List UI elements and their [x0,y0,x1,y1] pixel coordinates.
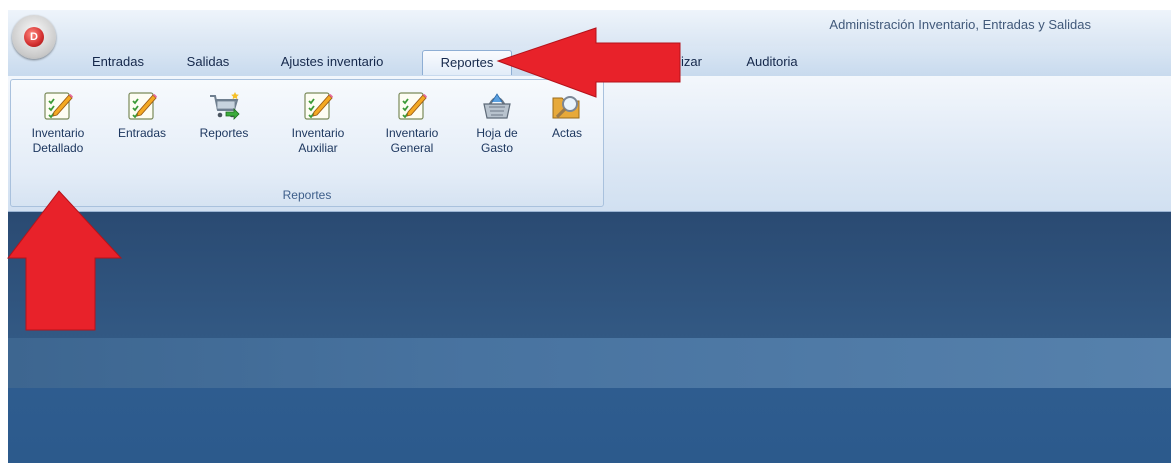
inventario-general-label-2: General [390,141,434,155]
cart-arrow-icon [210,92,240,120]
actas-label: Actas [551,126,582,140]
inventario-detallado-label-2: Detallado [32,141,84,155]
tab-reportes[interactable]: Reportes [422,50,512,75]
inventario-detallado-label-1: Inventario [31,126,85,140]
tab-salidas[interactable]: Salidas [178,50,238,74]
ribbon-group-reportes: Inventario Detallado Entradas Reportes I… [10,79,604,207]
entradas-report-label: Entradas [117,126,167,140]
office-logo-icon: D [24,27,44,47]
office-button[interactable]: D [12,15,56,59]
title-bar: Administración Inventario, Entradas y Sa… [8,10,1171,46]
tab-entradas[interactable]: Entradas [80,50,156,74]
checklist-pencil-icon [44,92,73,120]
reportes-label: Reportes [199,126,249,140]
hoja-de-gasto-button[interactable]: Hoja de Gasto [463,84,531,156]
reportes-button[interactable]: Reportes [189,84,259,141]
hoja-de-gasto-label-2: Gasto [480,141,513,155]
workspace-area [8,212,1171,347]
checklist-pencil-icon [128,92,157,120]
window-title: Administración Inventario, Entradas y Sa… [829,17,1091,32]
actas-button[interactable]: Actas [539,84,595,141]
workspace-bottom [8,388,1171,463]
tab-partial-lizar[interactable]: lizar [668,50,712,74]
inventario-general-button[interactable]: Inventario General [371,84,453,156]
inventario-auxiliar-label-2: Auxiliar [298,141,338,155]
workspace-band [8,338,1171,388]
ribbon-group-label: Reportes [282,188,332,202]
app-window: Administración Inventario, Entradas y Sa… [8,10,1171,463]
inventario-auxiliar-button[interactable]: Inventario Auxiliar [277,84,359,156]
ribbon-panel: Inventario Detallado Entradas Reportes I… [8,76,1171,212]
inventario-general-label-1: Inventario [385,126,439,140]
basket-icon [483,93,511,119]
checklist-pencil-icon [304,92,333,120]
checklist-pencil-icon [398,92,427,120]
tab-auditoria[interactable]: Auditoria [732,50,812,74]
inventario-auxiliar-label-1: Inventario [291,126,345,140]
inventario-detallado-button[interactable]: Inventario Detallado [17,84,99,156]
hoja-de-gasto-label-1: Hoja de [476,126,518,140]
tab-ajustes-inventario[interactable]: Ajustes inventario [262,50,402,74]
folder-magnifier-icon [552,96,580,119]
entradas-report-button[interactable]: Entradas [107,84,177,141]
ribbon-tab-strip: Entradas Salidas Ajustes inventario Repo… [8,46,1171,76]
